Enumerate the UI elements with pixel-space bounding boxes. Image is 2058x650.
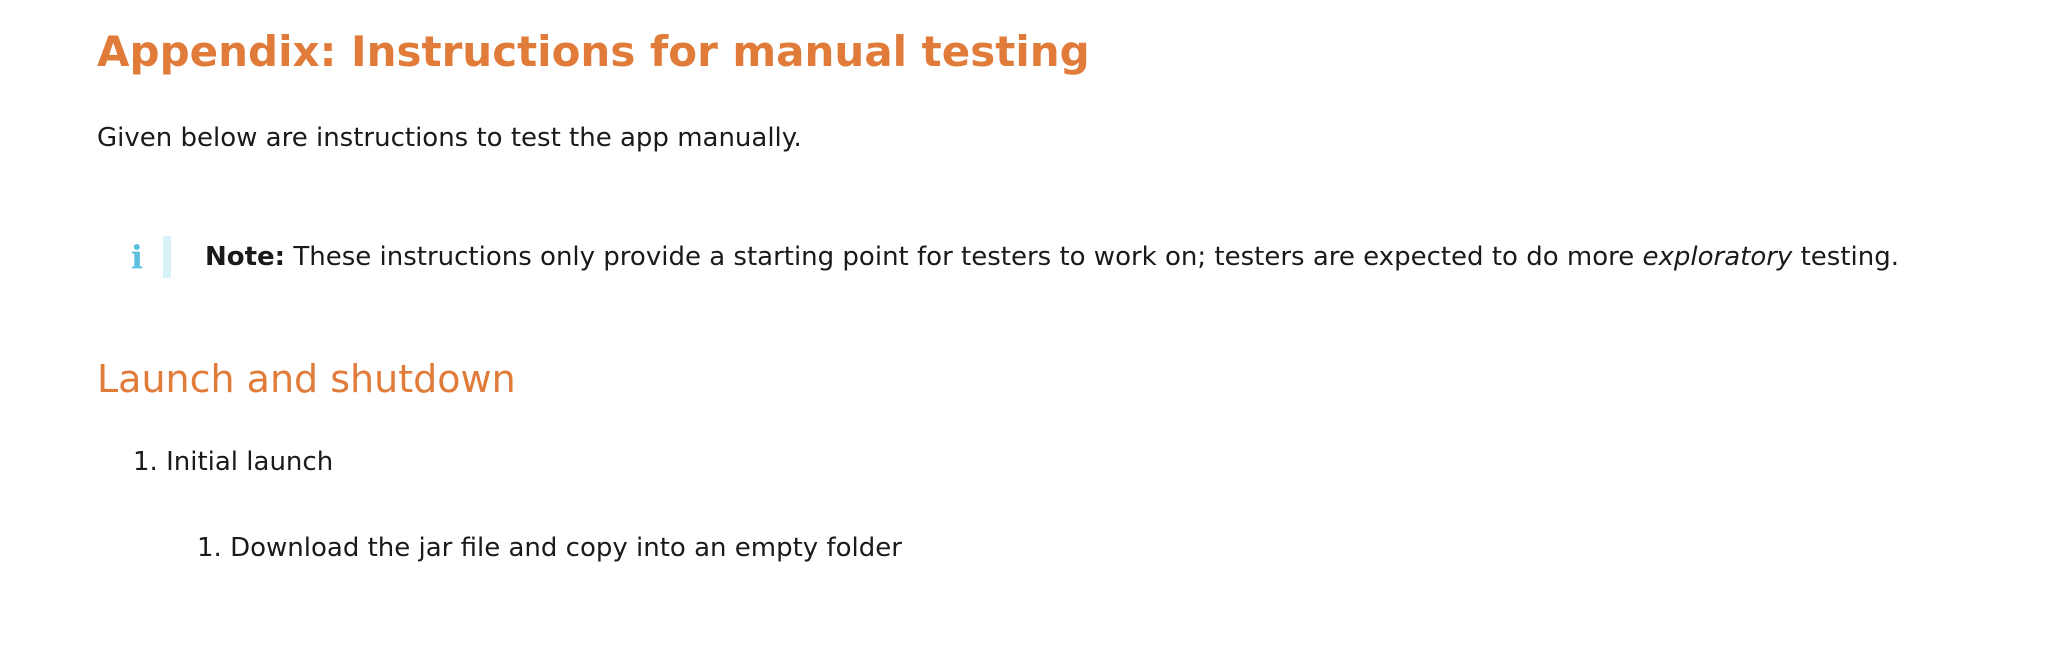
info-icon: i: [130, 238, 144, 276]
note-emphasis: exploratory: [1642, 242, 1793, 272]
callout-bar: [163, 236, 171, 278]
sub-list-item-label: Download the jar file and copy into an e…: [230, 533, 902, 563]
note-callout: i Note: These instructions only provide …: [127, 236, 1899, 278]
note-text: Note: These instructions only provide a …: [205, 236, 1899, 278]
sub-list-item-number: 1.: [197, 533, 222, 563]
sub-list-item: 1. Download the jar file and copy into a…: [197, 530, 902, 566]
note-text-after: testing.: [1792, 242, 1899, 272]
page-title: Appendix: Instructions for manual testin…: [97, 27, 1090, 76]
intro-paragraph: Given below are instructions to test the…: [97, 123, 802, 153]
note-label: Note:: [205, 242, 286, 272]
note-text-before: These instructions only provide a starti…: [285, 242, 1643, 272]
list-item-number: 1.: [133, 447, 158, 477]
list-item: 1. Initial launch: [133, 444, 333, 480]
section-heading: Launch and shutdown: [97, 357, 516, 401]
list-item-label: Initial launch: [166, 447, 334, 477]
